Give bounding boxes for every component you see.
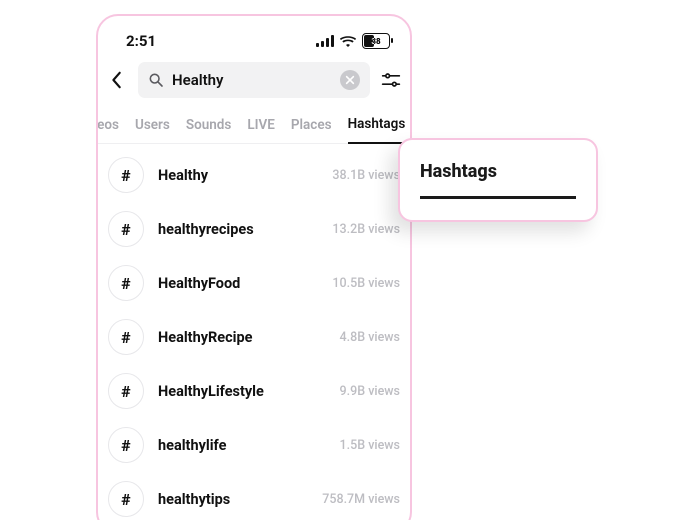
hash-icon: # xyxy=(108,211,144,247)
hashtag-name: HealthyRecipe xyxy=(158,329,326,346)
search-icon xyxy=(148,72,164,88)
hashtag-views: 9.9B views xyxy=(340,384,400,399)
hashtag-row[interactable]: # healthyrecipes 13.2B views xyxy=(106,202,402,256)
hashtag-row[interactable]: # healthylife 1.5B views xyxy=(106,418,402,472)
hashtag-views: 10.5B views xyxy=(332,276,400,291)
hashtag-row[interactable]: # Healthy 38.1B views xyxy=(106,148,402,202)
hash-icon: # xyxy=(108,319,144,355)
filters-button[interactable] xyxy=(378,72,404,88)
hashtag-views: 38.1B views xyxy=(332,168,400,183)
hash-icon: # xyxy=(108,157,144,193)
wifi-icon xyxy=(340,35,356,47)
hash-icon: # xyxy=(108,265,144,301)
search-input[interactable]: Healthy xyxy=(138,62,370,98)
hashtag-views: 13.2B views xyxy=(332,222,400,237)
hash-icon: # xyxy=(108,373,144,409)
status-bar: 2:51 38 xyxy=(98,16,410,58)
hashtag-views: 758.7M views xyxy=(322,492,400,507)
tab-sounds[interactable]: Sounds xyxy=(186,111,232,143)
hashtag-name: HealthyLifestyle xyxy=(158,383,326,400)
back-button[interactable] xyxy=(104,71,130,89)
hash-icon: # xyxy=(108,481,144,517)
hashtag-views: 4.8B views xyxy=(340,330,400,345)
hashtag-name: healthylife xyxy=(158,437,326,454)
hashtag-name: healthyrecipes xyxy=(158,221,318,238)
callout-underline xyxy=(420,196,576,199)
battery-icon: 38 xyxy=(362,33,390,49)
hashtag-row[interactable]: # healthytips 758.7M views xyxy=(106,472,402,520)
status-time: 2:51 xyxy=(126,32,156,50)
tab-users[interactable]: Users xyxy=(135,111,170,143)
callout-title: Hashtags xyxy=(420,161,576,182)
tab-places[interactable]: Places xyxy=(291,111,332,143)
hashtag-name: healthytips xyxy=(158,491,308,508)
hashtag-views: 1.5B views xyxy=(340,438,400,453)
search-query-text: Healthy xyxy=(172,71,332,89)
hash-icon: # xyxy=(108,427,144,463)
hashtag-row[interactable]: # HealthyLifestyle 9.9B views xyxy=(106,364,402,418)
hashtags-callout: Hashtags xyxy=(398,138,598,222)
hashtag-row[interactable]: # HealthyRecipe 4.8B views xyxy=(106,310,402,364)
hashtag-row[interactable]: # HealthyFood 10.5B views xyxy=(106,256,402,310)
hashtag-name: HealthyFood xyxy=(158,275,318,292)
signal-icon xyxy=(316,35,334,47)
search-row: Healthy xyxy=(98,58,410,106)
phone-frame: 2:51 38 Healthy ideos Users Sounds LIVE Plac… xyxy=(96,14,412,520)
clear-search-button[interactable] xyxy=(340,70,360,90)
tab-live[interactable]: LIVE xyxy=(247,111,275,143)
battery-percent: 38 xyxy=(371,37,380,46)
status-icons: 38 xyxy=(316,33,390,49)
results-list[interactable]: # Healthy 38.1B views # healthyrecipes 13.2B … xyxy=(98,144,410,520)
tab-ideos[interactable]: ideos xyxy=(96,111,119,143)
hashtag-name: Healthy xyxy=(158,167,318,184)
tab-hashtags[interactable]: Hashtags xyxy=(348,110,406,144)
search-tabs: ideos Users Sounds LIVE Places Hashtags xyxy=(96,106,410,144)
